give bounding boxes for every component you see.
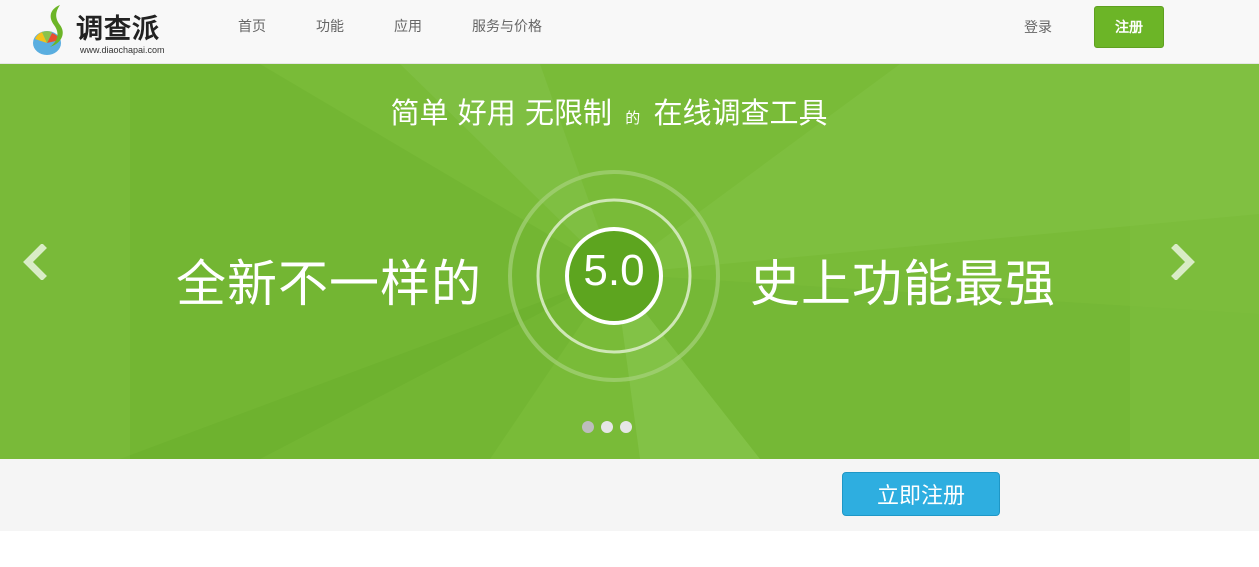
register-now-button[interactable]: 立即注册 [842, 472, 1000, 516]
hero-carousel: 简单 好用 无限制 的 在线调查工具 全新不一样的 5.0 史上功能最强 [0, 64, 1259, 459]
carousel-prev-button[interactable] [22, 244, 48, 280]
site-header: 调查派 www.diaochapai.com 首页 功能 应用 服务与价格 登录… [0, 0, 1259, 64]
version-number: 5.0 [583, 246, 645, 295]
chevron-right-icon [1171, 244, 1195, 280]
register-button[interactable]: 注册 [1094, 6, 1164, 48]
banner-slogan-left: 全新不一样的 [176, 255, 482, 313]
logo-mark-icon [33, 5, 63, 55]
cta-bar: 立即注册 [0, 459, 1259, 531]
banner-slogan-right: 史上功能最强 [750, 255, 1056, 313]
nav-item-applications[interactable]: 应用 [394, 16, 422, 36]
logo-name: 调查派 [76, 14, 160, 45]
tagline-part2: 在线调查工具 [653, 96, 828, 130]
login-link[interactable]: 登录 [1024, 17, 1052, 37]
page: 调查派 www.diaochapai.com 首页 功能 应用 服务与价格 登录… [0, 0, 1259, 567]
carousel-dot-3[interactable] [620, 421, 632, 433]
nav-item-home[interactable]: 首页 [238, 16, 266, 36]
nav-item-features[interactable]: 功能 [316, 16, 344, 36]
carousel-indicators [582, 421, 639, 433]
tagline-connector: 的 [625, 109, 641, 127]
main-nav: 首页 功能 应用 服务与价格 [224, 0, 592, 52]
carousel-dot-2[interactable] [601, 421, 613, 433]
tagline-part1: 简单 好用 无限制 [390, 96, 612, 130]
carousel-next-button[interactable] [1170, 244, 1196, 280]
chevron-left-icon [23, 244, 47, 280]
banner-tagline: 简单 好用 无限制 的 在线调查工具 [0, 90, 1218, 132]
carousel-dot-1[interactable] [582, 421, 594, 433]
logo-url: www.diaochapai.com [80, 45, 165, 55]
nav-item-pricing[interactable]: 服务与价格 [472, 16, 542, 36]
logo[interactable]: 调查派 www.diaochapai.com [32, 3, 182, 59]
